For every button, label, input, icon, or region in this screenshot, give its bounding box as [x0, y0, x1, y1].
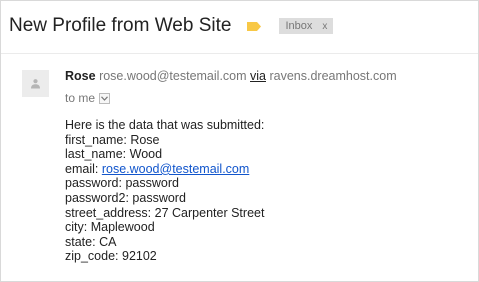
field-row: password2: password: [65, 191, 264, 206]
recipient-line: to me: [65, 91, 111, 105]
field-row: street_address: 27 Carpenter Street: [65, 206, 264, 221]
via-link[interactable]: via: [250, 69, 266, 83]
subject-title: New Profile from Web Site: [9, 15, 232, 36]
via-domain: ravens.dreamhost.com: [269, 69, 397, 83]
avatar[interactable]: [22, 70, 49, 97]
sender-email: rose.wood@testemail.com: [99, 69, 247, 83]
recipient-text: to me: [65, 91, 96, 105]
field-key: email:: [65, 161, 99, 176]
sender-line: Rose rose.wood@testemail.com via ravens.…: [65, 69, 397, 83]
field-row: city: Maplewood: [65, 220, 264, 235]
field-row: last_name: Wood: [65, 147, 264, 162]
field-key: password:: [65, 176, 122, 191]
field-row: zip_code: 92102: [65, 249, 264, 264]
message-body: Here is the data that was submitted: fir…: [65, 118, 264, 264]
field-row: first_name: Rose: [65, 133, 264, 148]
email-link[interactable]: rose.wood@testemail.com: [102, 162, 249, 176]
field-key: first_name:: [65, 132, 127, 147]
field-value: 27 Carpenter Street: [154, 205, 265, 220]
field-value: password: [125, 176, 179, 191]
field-key: last_name:: [65, 147, 127, 162]
field-key: city:: [65, 220, 88, 235]
remove-label-button[interactable]: x: [322, 21, 327, 32]
field-key: zip_code:: [65, 249, 119, 264]
label-tag-icon[interactable]: [247, 21, 262, 31]
field-value: password: [132, 190, 186, 205]
show-details-button[interactable]: [99, 92, 111, 104]
field-row: state: CA: [65, 235, 264, 250]
field-key: street_address:: [65, 205, 152, 220]
field-value: Maplewood: [90, 220, 155, 235]
chevron-down-icon: [101, 95, 108, 101]
field-key: state:: [65, 234, 96, 249]
field-value: Rose: [130, 132, 160, 147]
field-row: email: rose.wood@testemail.com: [65, 162, 264, 177]
field-key: password2:: [65, 190, 129, 205]
inbox-label-chip[interactable]: Inbox x: [279, 18, 334, 34]
body-intro: Here is the data that was submitted:: [65, 118, 265, 132]
field-row: password: password: [65, 176, 264, 191]
message-header: New Profile from Web Site Inbox x: [9, 13, 334, 39]
person-icon: [31, 79, 40, 89]
header-divider: [1, 53, 478, 54]
field-value: CA: [99, 234, 117, 249]
email-view: New Profile from Web Site Inbox x Rose r…: [0, 0, 479, 282]
field-value: 92102: [122, 249, 157, 264]
inbox-label-text: Inbox: [285, 20, 313, 32]
sender-name[interactable]: Rose: [65, 69, 96, 83]
field-value: Wood: [129, 147, 163, 162]
